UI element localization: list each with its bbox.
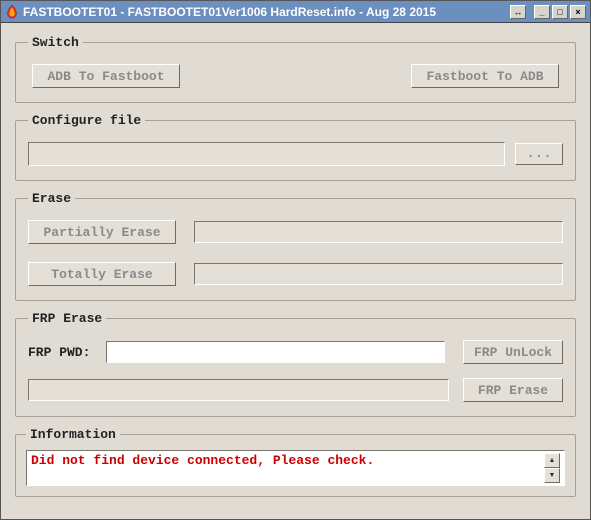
minimize-button[interactable]: _	[534, 5, 550, 19]
information-text: Did not find device connected, Please ch…	[31, 453, 544, 483]
titlebar[interactable]: FASTBOOTET01 - FASTBOOTET01Ver1006 HardR…	[1, 1, 590, 23]
frp-unlock-button[interactable]: FRP UnLock	[463, 340, 563, 364]
app-icon	[5, 5, 19, 19]
maximize-button[interactable]: □	[552, 5, 568, 19]
frp-pwd-input[interactable]	[106, 341, 445, 363]
partial-erase-status	[194, 221, 563, 243]
erase-group: Erase Partially Erase Totally Erase	[15, 191, 576, 301]
info-scroll-spinner[interactable]: ▲ ▼	[544, 453, 560, 483]
close-button[interactable]: ×	[570, 5, 586, 19]
information-legend: Information	[26, 427, 120, 442]
total-erase-status	[194, 263, 563, 285]
erase-legend: Erase	[28, 191, 75, 206]
fastboot-to-adb-button[interactable]: Fastboot To ADB	[411, 64, 559, 88]
adb-to-fastboot-button[interactable]: ADB To Fastboot	[32, 64, 180, 88]
frp-erase-group: FRP Erase FRP PWD: FRP UnLock FRP Erase	[15, 311, 576, 417]
config-path-field[interactable]	[28, 142, 505, 166]
titlebar-buttons: ↔ _ □ ×	[510, 5, 586, 19]
browse-button[interactable]: ...	[515, 143, 563, 165]
spin-down-icon[interactable]: ▼	[544, 468, 560, 483]
frp-pwd-label: FRP PWD:	[28, 345, 98, 360]
window-title: FASTBOOTET01 - FASTBOOTET01Ver1006 HardR…	[23, 5, 510, 19]
frp-erase-button[interactable]: FRP Erase	[463, 378, 563, 402]
information-group: Information Did not find device connecte…	[15, 427, 576, 497]
switch-legend: Switch	[28, 35, 83, 50]
spin-up-icon[interactable]: ▲	[544, 453, 560, 468]
switch-group: Switch ADB To Fastboot Fastboot To ADB	[15, 35, 576, 103]
frp-erase-legend: FRP Erase	[28, 311, 106, 326]
information-box: Did not find device connected, Please ch…	[26, 450, 565, 486]
window-body: Switch ADB To Fastboot Fastboot To ADB C…	[1, 23, 590, 519]
pin-button[interactable]: ↔	[510, 5, 526, 19]
configure-file-legend: Configure file	[28, 113, 145, 128]
partially-erase-button[interactable]: Partially Erase	[28, 220, 176, 244]
totally-erase-button[interactable]: Totally Erase	[28, 262, 176, 286]
app-window: FASTBOOTET01 - FASTBOOTET01Ver1006 HardR…	[0, 0, 591, 520]
configure-file-group: Configure file ...	[15, 113, 576, 181]
frp-status-field	[28, 379, 449, 401]
